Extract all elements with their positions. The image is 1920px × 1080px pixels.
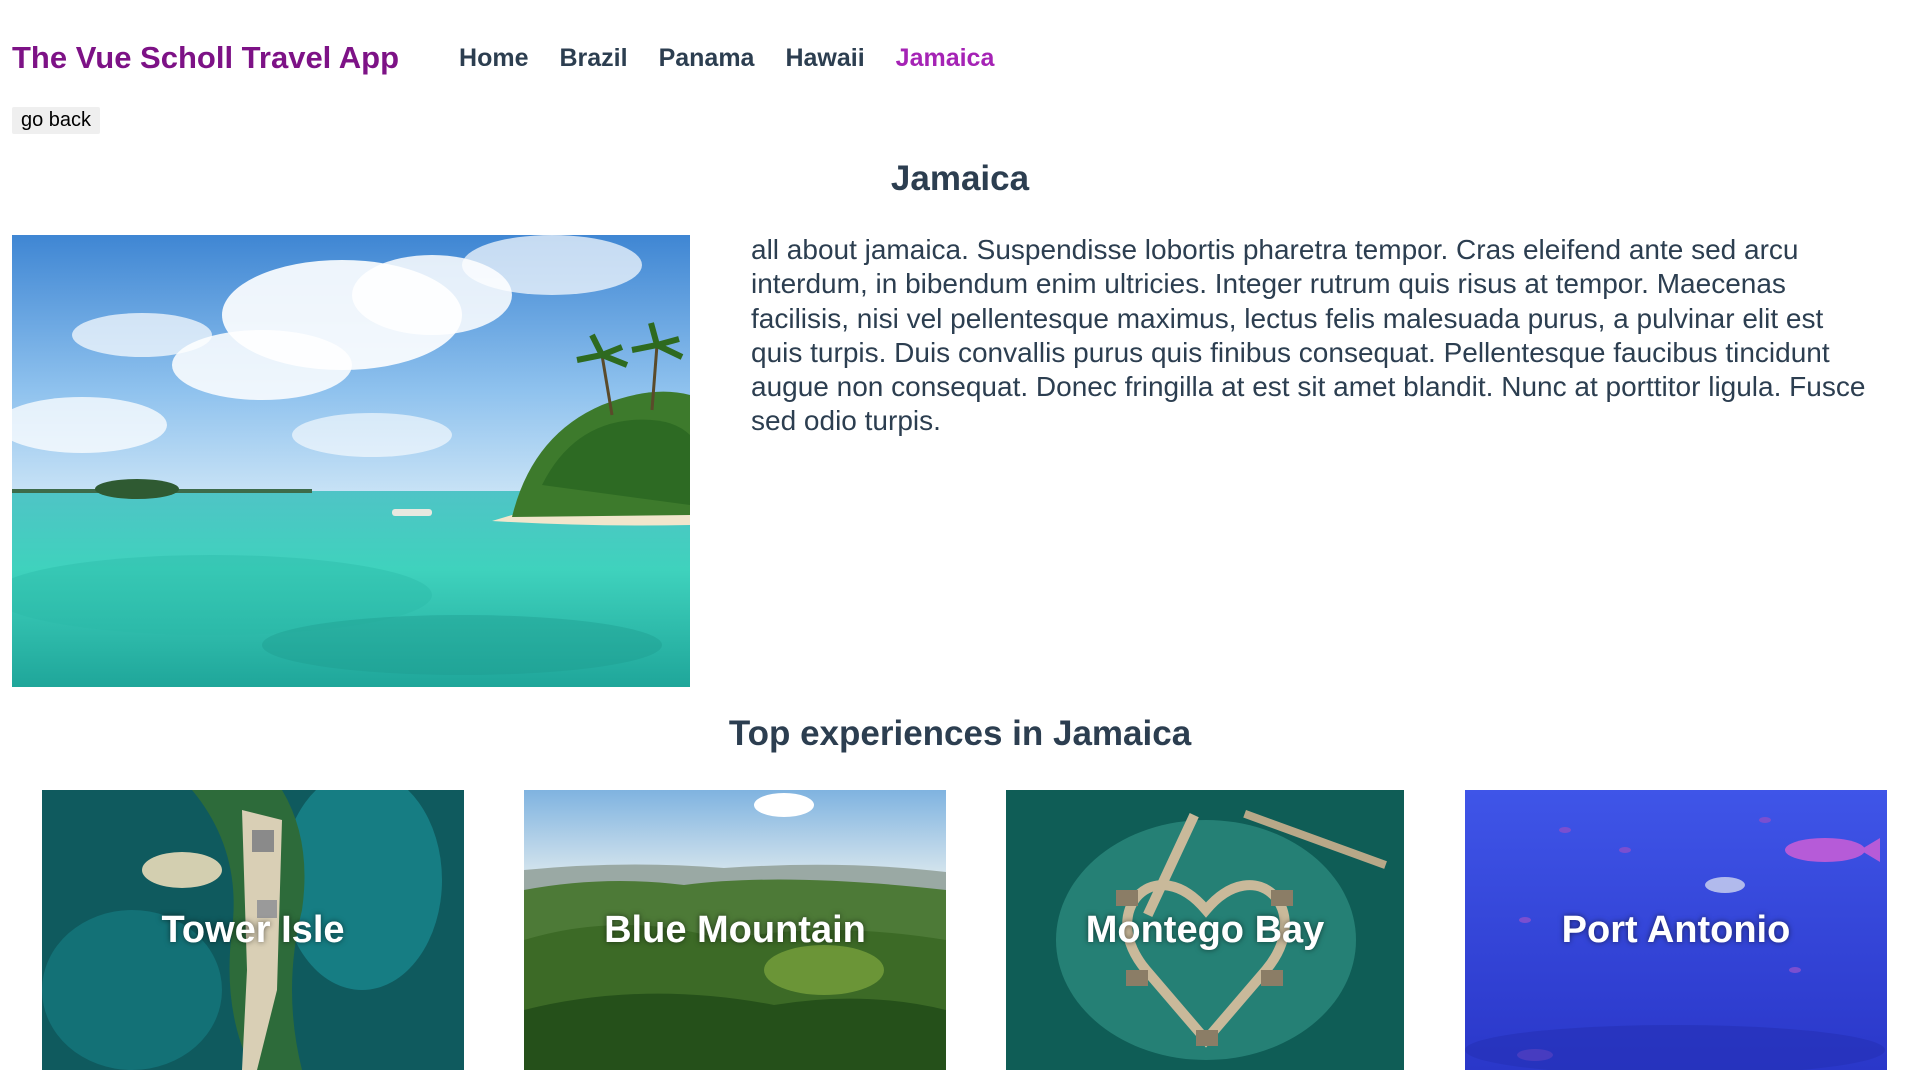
experience-label: Port Antonio — [1561, 908, 1791, 951]
brand-link[interactable]: The Vue Scholl Travel App — [12, 40, 399, 76]
destination-title: Jamaica — [890, 159, 1030, 198]
experience-card-tower-isle[interactable]: Tower Isle — [42, 790, 464, 1070]
go-back-button[interactable]: go back — [12, 107, 101, 134]
main-nav: The Vue Scholl Travel App Home Brazil Pa… — [12, 34, 1025, 82]
nav-link-panama[interactable]: Panama — [659, 44, 755, 73]
nav-link-home[interactable]: Home — [459, 44, 528, 73]
experience-label: Blue Mountain — [604, 908, 866, 951]
destination-description: all about jamaica. Suspendisse lobortis … — [751, 234, 1866, 437]
experience-card-port-antonio[interactable]: Port Antonio — [1465, 790, 1887, 1070]
experience-card-blue-mountain[interactable]: Blue Mountain — [524, 790, 946, 1070]
experience-label: Montego Bay — [1085, 908, 1325, 951]
nav-link-brazil[interactable]: Brazil — [559, 44, 627, 73]
beach-illustration — [12, 235, 690, 687]
experience-card-montego-bay[interactable]: Montego Bay — [1006, 790, 1404, 1070]
experiences-title: Top experiences in Jamaica — [728, 714, 1192, 753]
destination-image — [12, 235, 690, 687]
experience-label: Tower Isle — [161, 908, 345, 951]
nav-link-jamaica[interactable]: Jamaica — [896, 44, 995, 73]
nav-link-hawaii[interactable]: Hawaii — [785, 44, 864, 73]
page: The Vue Scholl Travel App Home Brazil Pa… — [0, 0, 1920, 1080]
